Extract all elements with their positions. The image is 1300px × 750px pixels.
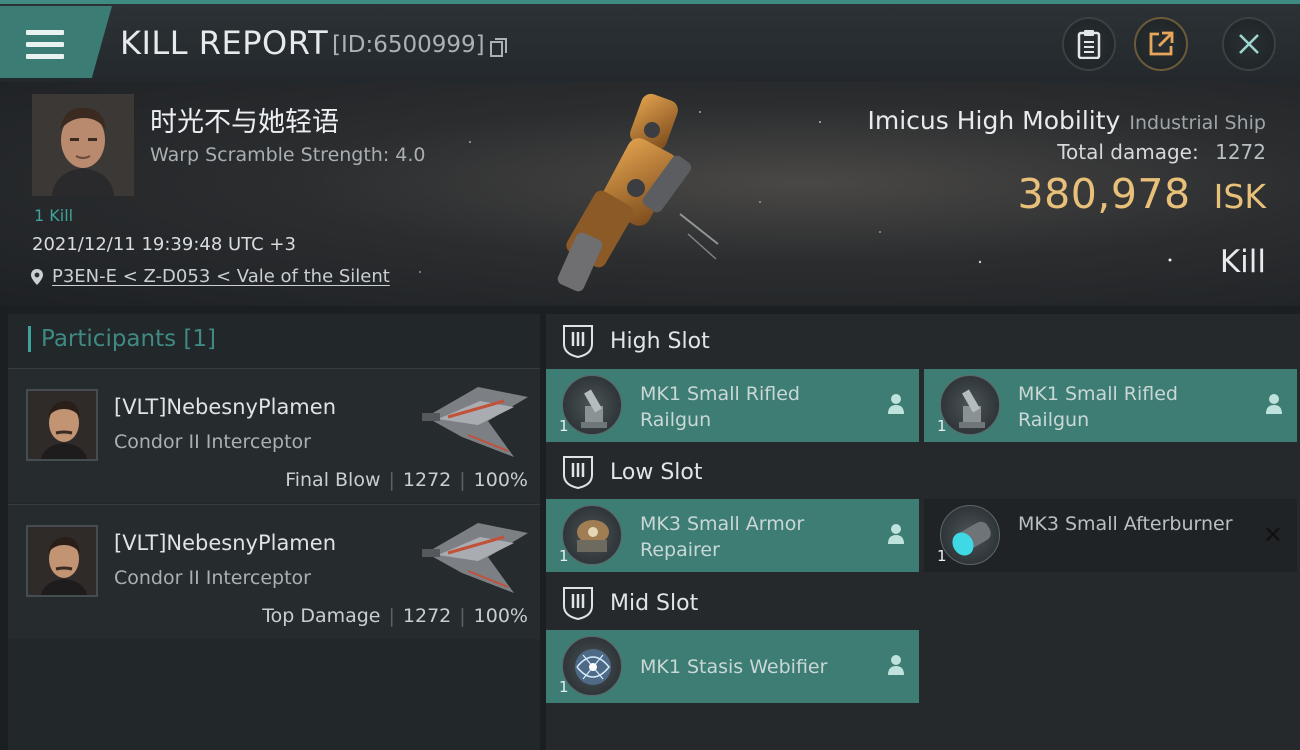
victim-pilot-name[interactable]: 时光不与她轻语 [150, 100, 339, 139]
isk-loss: 380,978 ISK [1018, 170, 1266, 218]
victim-ship-title: Imicus High Mobility Industrial Ship [868, 106, 1267, 135]
participant-ship-image [422, 523, 528, 593]
header-accent-bar [28, 326, 31, 352]
victim-ship-name[interactable]: Imicus High Mobility [868, 106, 1121, 135]
mid-slot-header: Mid Slot [562, 586, 698, 620]
divider: | [388, 605, 395, 627]
module-quantity: 1 [559, 417, 569, 435]
participants-header: Participants [1] [28, 326, 216, 352]
isk-value: 380,978 [1017, 170, 1191, 218]
person-icon [1266, 394, 1282, 414]
participant-row[interactable]: [VLT]NebesnyPlamen Condor II Interceptor… [8, 368, 540, 503]
module-name: MK1 Stasis Webifier [640, 656, 828, 678]
isk-unit: ISK [1213, 177, 1266, 216]
divider: | [459, 605, 466, 627]
divider: | [388, 469, 395, 491]
person-icon [888, 655, 904, 675]
participant-percent: 100% [473, 605, 528, 627]
low-slot-header: Low Slot [562, 455, 702, 489]
pilot-face-image [32, 94, 134, 196]
victim-portrait[interactable] [32, 94, 134, 196]
kill-datetime: 2021/12/11 19:39:48 UTC +3 [32, 234, 296, 255]
module-card-destroyed[interactable]: 1 MK3 Small Afterburner ✕ [924, 499, 1297, 572]
avatar[interactable] [26, 525, 98, 597]
fitting-panel: High Slot 1 MK1 Small Rifled Railgun 1 M… [546, 314, 1300, 750]
victim-ship-class: Industrial Ship [1129, 112, 1266, 134]
total-damage: Total damage: 1272 [1057, 140, 1266, 164]
module-name: MK1 Small Rifled Railgun [640, 383, 800, 431]
participant-percent: 100% [473, 469, 528, 491]
total-damage-value: 1272 [1215, 140, 1266, 164]
participant-stats: Top Damage | 1272 | 100% [262, 605, 528, 627]
participant-ship: Condor II Interceptor [114, 431, 311, 453]
close-icon [1239, 34, 1259, 54]
divider: | [459, 469, 466, 491]
clipboard-icon [1077, 30, 1101, 59]
menu-icon [26, 30, 64, 60]
armor-repairer-icon [562, 505, 622, 565]
participants-label: Participants [1] [41, 326, 216, 352]
report-result: Kill [1219, 244, 1266, 280]
slot-label: High Slot [610, 328, 710, 354]
participant-ship: Condor II Interceptor [114, 567, 311, 589]
stasis-webifier-icon [562, 636, 622, 696]
top-accent-line [0, 0, 1300, 4]
share-button[interactable] [1134, 17, 1188, 71]
railgun-icon [562, 375, 622, 435]
module-quantity: 1 [559, 547, 569, 565]
clipboard-button[interactable] [1062, 17, 1116, 71]
module-quantity: 1 [559, 678, 569, 696]
module-card[interactable]: 1 MK1 Stasis Webifier [546, 630, 919, 703]
high-slot-icon [563, 325, 593, 358]
afterburner-icon [940, 505, 1000, 565]
menu-button[interactable] [0, 6, 112, 78]
top-bar: KILL REPORT [ID:6500999] [0, 0, 1300, 82]
module-name: MK1 Small Rifled Railgun [1018, 383, 1178, 431]
location-pin-icon [31, 268, 43, 285]
participant-row[interactable]: [VLT]NebesnyPlamen Condor II Interceptor… [8, 504, 540, 639]
total-damage-label: Total damage: [1057, 140, 1199, 164]
person-icon [888, 524, 904, 544]
participant-role: Final Blow [285, 469, 381, 491]
warp-scramble-strength: Warp Scramble Strength: 4.0 [150, 144, 426, 166]
location-link[interactable]: P3EN-E < Z-D053 < Vale of the Silent [52, 266, 390, 287]
participant-stats: Final Blow | 1272 | 100% [285, 469, 528, 491]
victim-ship-image [557, 93, 719, 292]
destroyed-x-icon: ✕ [1262, 521, 1283, 549]
attacker-face-image [28, 527, 96, 595]
attacker-face-image [28, 391, 96, 459]
slot-label: Mid Slot [610, 590, 699, 616]
person-icon [888, 394, 904, 414]
participant-role: Top Damage [262, 605, 381, 627]
kill-count: 1 Kill [34, 206, 74, 225]
module-quantity: 1 [937, 547, 947, 565]
report-id: [ID:6500999] [332, 32, 485, 58]
railgun-icon [940, 375, 1000, 435]
participant-name[interactable]: [VLT]NebesnyPlamen [114, 395, 336, 419]
module-quantity: 1 [937, 417, 947, 435]
victim-summary: 时光不与她轻语 Warp Scramble Strength: 4.0 1 Ki… [0, 82, 1300, 306]
share-icon [1149, 31, 1174, 56]
slot-label: Low Slot [610, 459, 703, 485]
close-button[interactable] [1222, 17, 1276, 71]
module-name: MK3 Small Armor Repairer [640, 513, 805, 561]
participants-panel: Participants [1] [VLT]NebesnyPlamen Cond… [8, 314, 540, 750]
module-card[interactable]: 1 MK1 Small Rifled Railgun [546, 369, 919, 442]
participant-ship-image [422, 387, 528, 457]
page-title: KILL REPORT [120, 24, 329, 62]
copy-icon[interactable] [490, 38, 508, 58]
participant-name[interactable]: [VLT]NebesnyPlamen [114, 531, 336, 555]
participant-damage: 1272 [402, 605, 452, 627]
participant-damage: 1272 [402, 469, 452, 491]
low-slot-icon [563, 456, 593, 489]
avatar[interactable] [26, 389, 98, 461]
kill-location[interactable]: P3EN-E < Z-D053 < Vale of the Silent [30, 266, 390, 287]
module-name: MK3 Small Afterburner [1018, 513, 1233, 535]
module-card[interactable]: 1 MK1 Small Rifled Railgun [924, 369, 1297, 442]
high-slot-header: High Slot [562, 324, 710, 358]
module-card[interactable]: 1 MK3 Small Armor Repairer [546, 499, 919, 572]
mid-slot-icon [563, 587, 593, 620]
